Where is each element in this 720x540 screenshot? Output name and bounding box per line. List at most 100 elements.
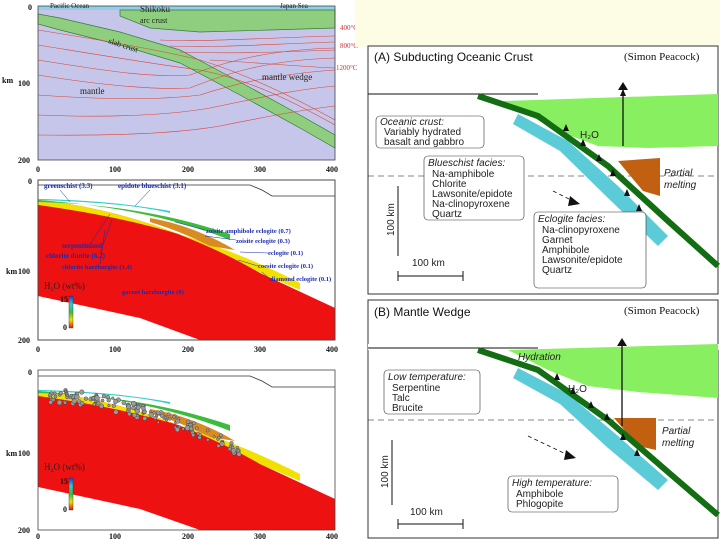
panel2-facies-section: greenschist (3.3) epidote blueschist (3.… bbox=[6, 177, 338, 354]
earthquake-point bbox=[236, 451, 242, 457]
x-tick-400: 400 bbox=[326, 345, 338, 354]
facies-zoisite-eclogite: zoisite eclogite (0.3) bbox=[236, 238, 290, 245]
y-tick-0: 0 bbox=[28, 3, 32, 12]
earthquake-point bbox=[113, 399, 119, 404]
x-tick-100: 100 bbox=[109, 165, 121, 174]
earthquake-point bbox=[135, 414, 139, 418]
partial-melting-1: Partial bbox=[664, 168, 693, 179]
y-axis-km-label: km bbox=[6, 449, 17, 458]
earthquake-point bbox=[194, 426, 199, 431]
earthquake-point bbox=[206, 438, 210, 442]
blueschist-line1: Blueschist facies: bbox=[428, 158, 505, 169]
y-axis-km-label: km bbox=[2, 76, 13, 85]
earthquake-point bbox=[69, 393, 73, 397]
x-tick-300: 300 bbox=[254, 532, 266, 540]
panel1-thermal-section: Pacific Ocean Shikoku Japan Sea arc crus… bbox=[2, 2, 358, 174]
x-tick-0: 0 bbox=[36, 165, 40, 174]
vertical-scale-label: 100 km bbox=[380, 455, 391, 488]
earthquake-point bbox=[153, 416, 158, 420]
earthquake-point bbox=[205, 428, 210, 433]
x-tick-300: 300 bbox=[254, 345, 266, 354]
earthquake-point bbox=[96, 401, 101, 406]
scale-bar-label: 100 km bbox=[410, 507, 443, 518]
scale-bar-label: 100 km bbox=[412, 258, 445, 269]
earthquake-point bbox=[172, 415, 176, 419]
earthquake-point bbox=[216, 444, 221, 448]
y-tick-0: 0 bbox=[28, 368, 32, 377]
label-japan-sea: Japan Sea bbox=[280, 2, 309, 10]
x-tick-0: 0 bbox=[36, 532, 40, 540]
earthquake-point bbox=[121, 400, 127, 406]
earthquake-point bbox=[65, 395, 69, 400]
earthquake-point bbox=[148, 412, 154, 418]
earthquake-point bbox=[94, 395, 100, 401]
earthquake-point bbox=[142, 416, 148, 421]
earthquake-point bbox=[228, 444, 232, 448]
facies-greenschist: greenschist (3.3) bbox=[44, 182, 93, 190]
earthquake-point bbox=[175, 418, 181, 424]
earthquake-point bbox=[227, 447, 232, 452]
earthquake-point bbox=[155, 410, 161, 415]
panelB-credit: (Simon Peacock) bbox=[624, 305, 700, 317]
y-tick-100: 100 bbox=[18, 449, 30, 458]
earthquake-point bbox=[181, 427, 185, 431]
earthquake-point bbox=[186, 423, 190, 426]
partial-melting-2: melting bbox=[664, 180, 697, 191]
earthquake-point bbox=[156, 421, 160, 424]
panelA-title: (A) Subducting Oceanic Crust bbox=[374, 50, 533, 64]
earthquake-point bbox=[219, 441, 225, 447]
h2o-label: H₂O bbox=[580, 130, 599, 141]
x-tick-200: 200 bbox=[182, 532, 194, 540]
legend-max: 15 bbox=[60, 295, 68, 304]
earthquake-point bbox=[58, 391, 63, 396]
facies-chlorite-harzburgite: chlorite harzburgite (1.4) bbox=[62, 264, 132, 271]
y-tick-200: 200 bbox=[18, 156, 30, 165]
earthquake-point bbox=[186, 419, 191, 424]
panelA-credit: (Simon Peacock) bbox=[624, 51, 700, 63]
y-axis-km-label: km bbox=[6, 267, 17, 276]
earthquake-point bbox=[159, 413, 165, 418]
vertical-scale-label: 100 km bbox=[386, 203, 397, 236]
label-arc-crust: arc crust bbox=[140, 16, 168, 25]
eclogite-line1: Eclogite facies: bbox=[538, 214, 605, 225]
oceanic-crust-line3: basalt and gabbro bbox=[384, 137, 465, 148]
h2o-label: H₂O bbox=[568, 384, 587, 395]
earthquake-point bbox=[56, 399, 63, 406]
panelA-subducting-crust: (A) Subducting Oceanic Crust (Simon Peac… bbox=[367, 45, 720, 295]
earthquake-point bbox=[53, 394, 58, 399]
earthquake-point bbox=[196, 431, 200, 436]
earthquake-point bbox=[80, 401, 85, 406]
right-top-background bbox=[355, 0, 720, 47]
earthquake-point bbox=[107, 404, 111, 408]
earthquake-point bbox=[212, 435, 216, 439]
earthquake-point bbox=[191, 432, 196, 437]
earthquake-point bbox=[135, 405, 141, 410]
legend-max: 15 bbox=[60, 477, 68, 486]
earthquake-point bbox=[230, 448, 237, 454]
x-tick-100: 100 bbox=[109, 532, 121, 540]
earthquake-point bbox=[111, 403, 116, 408]
legend-title: H₂O (wt%) bbox=[44, 462, 85, 472]
x-tick-400: 400 bbox=[326, 165, 338, 174]
facies-chlorite-dunite: chlorite dunite (6.2) bbox=[46, 252, 106, 260]
earthquake-point bbox=[113, 409, 119, 415]
label-mantle: mantle bbox=[80, 86, 105, 96]
earthquake-point bbox=[217, 435, 221, 440]
h2o-colorbar bbox=[68, 295, 74, 329]
legend-title: H₂O (wt%) bbox=[44, 281, 85, 291]
earthquake-point bbox=[131, 405, 136, 410]
eclogite-line6: Quartz bbox=[542, 265, 572, 276]
facies-coesite-eclogite: coesite eclogite (0.1) bbox=[258, 263, 313, 270]
earthquake-point bbox=[166, 412, 171, 417]
y-tick-200: 200 bbox=[18, 336, 30, 345]
earthquake-point bbox=[178, 425, 181, 429]
facies-diamond-eclogite: diamond eclogite (0.1) bbox=[270, 276, 331, 283]
facies-eclogite: eclogite (0.1) bbox=[268, 250, 303, 257]
earthquake-point bbox=[111, 396, 115, 400]
legend-min: 0 bbox=[63, 323, 67, 332]
partial-melting-1: Partial bbox=[662, 426, 691, 437]
earthquake-point bbox=[92, 402, 96, 407]
panel3-seismicity-section: H₂O (wt%) 15 0 km 0 100 200 0 100 200 30… bbox=[6, 368, 338, 540]
x-tick-200: 200 bbox=[182, 165, 194, 174]
low-temp-line1: Low temperature: bbox=[388, 372, 466, 383]
